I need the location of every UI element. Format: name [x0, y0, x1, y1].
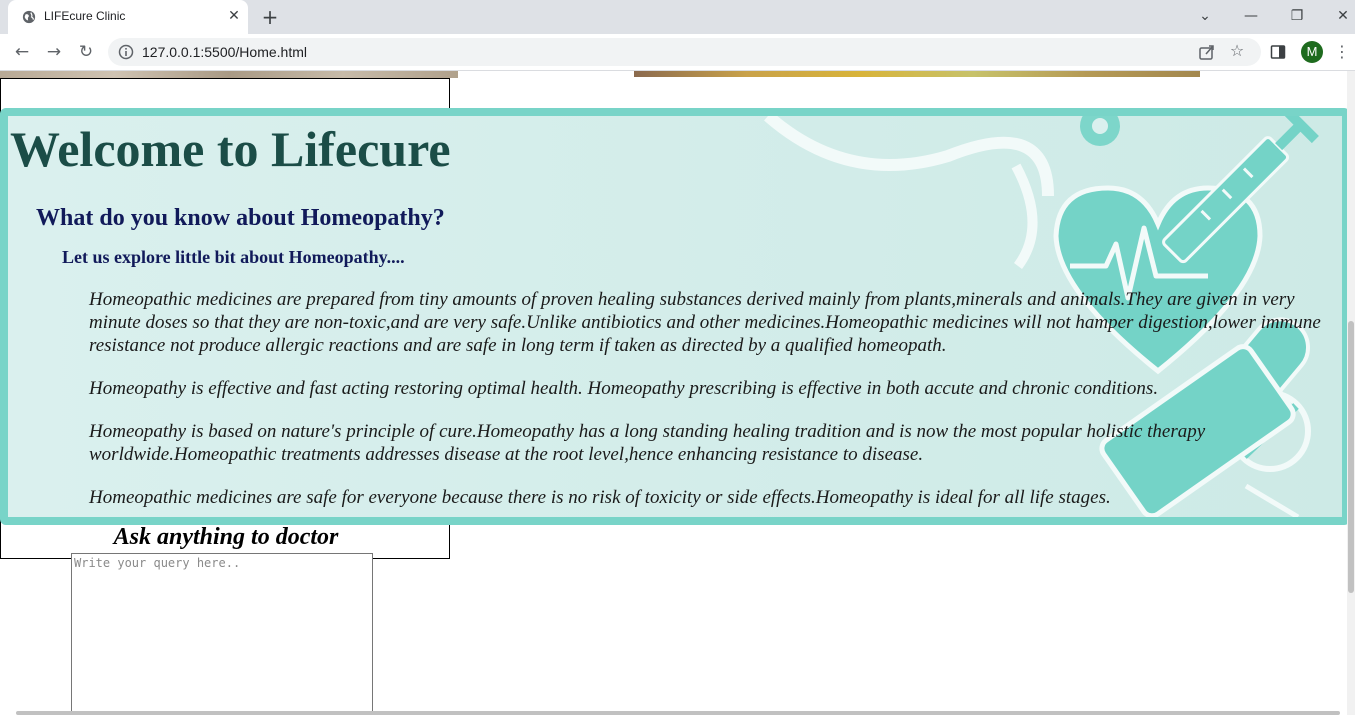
address-bar[interactable]: 127.0.0.1:5500/Home.html ☆ [108, 38, 1261, 66]
tab-strip: LIFEcure Clinic ✕ + ⌄ — ❐ ✕ [0, 0, 1355, 34]
browser-toolbar: ← → ↻ 127.0.0.1:5500/Home.html ☆ M ⋮ [0, 34, 1355, 71]
welcome-title: Welcome to Lifecure [10, 121, 451, 177]
ask-doctor-heading: Ask anything to doctor [113, 524, 339, 550]
query-textarea[interactable] [71, 553, 373, 715]
kebab-menu-icon[interactable]: ⋮ [1334, 40, 1350, 64]
browser-tab[interactable]: LIFEcure Clinic ✕ [8, 0, 248, 34]
close-icon[interactable]: ✕ [1331, 4, 1355, 28]
tab-close-icon[interactable]: ✕ [224, 6, 244, 26]
paragraph-3: Homeopathy is based on nature's principl… [89, 421, 1206, 465]
header-image-right [634, 71, 1200, 77]
tab-title: LIFEcure Clinic [44, 9, 126, 23]
reload-icon[interactable]: ↻ [74, 40, 98, 64]
star-icon[interactable]: ☆ [1227, 40, 1247, 60]
page-viewport: Ask anything to doctor Write your query … [0, 71, 1355, 715]
new-tab-button[interactable]: + [258, 5, 282, 29]
globe-icon [22, 10, 36, 24]
homeopathy-question: What do you know about Homeopathy? [36, 205, 445, 231]
minimize-icon[interactable]: — [1239, 4, 1263, 28]
paragraph-2: Homeopathy is effective and fast acting … [89, 378, 1159, 399]
vertical-scrollbar[interactable] [1347, 71, 1355, 715]
explore-lead: Let us explore little bit about Homeopat… [62, 247, 405, 267]
horizontal-scrollbar[interactable] [16, 711, 1340, 715]
restore-icon[interactable]: ❐ [1285, 4, 1309, 28]
forward-icon[interactable]: → [42, 40, 66, 64]
vertical-scrollbar-thumb[interactable] [1348, 321, 1354, 593]
paragraph-1: Homeopathic medicines are prepared from … [89, 289, 1321, 356]
info-icon[interactable] [118, 44, 134, 60]
welcome-banner: Welcome to Lifecure What do you know abo… [0, 108, 1350, 525]
share-icon[interactable] [1197, 42, 1217, 62]
paragraph-4: Homeopathic medicines are safe for every… [89, 487, 1111, 508]
header-image-left [0, 71, 458, 78]
avatar[interactable]: M [1301, 41, 1323, 63]
url-text[interactable]: 127.0.0.1:5500/Home.html [142, 44, 307, 60]
side-panel-icon[interactable] [1270, 44, 1286, 60]
back-icon[interactable]: ← [10, 40, 34, 64]
chevron-down-icon[interactable]: ⌄ [1193, 4, 1217, 28]
